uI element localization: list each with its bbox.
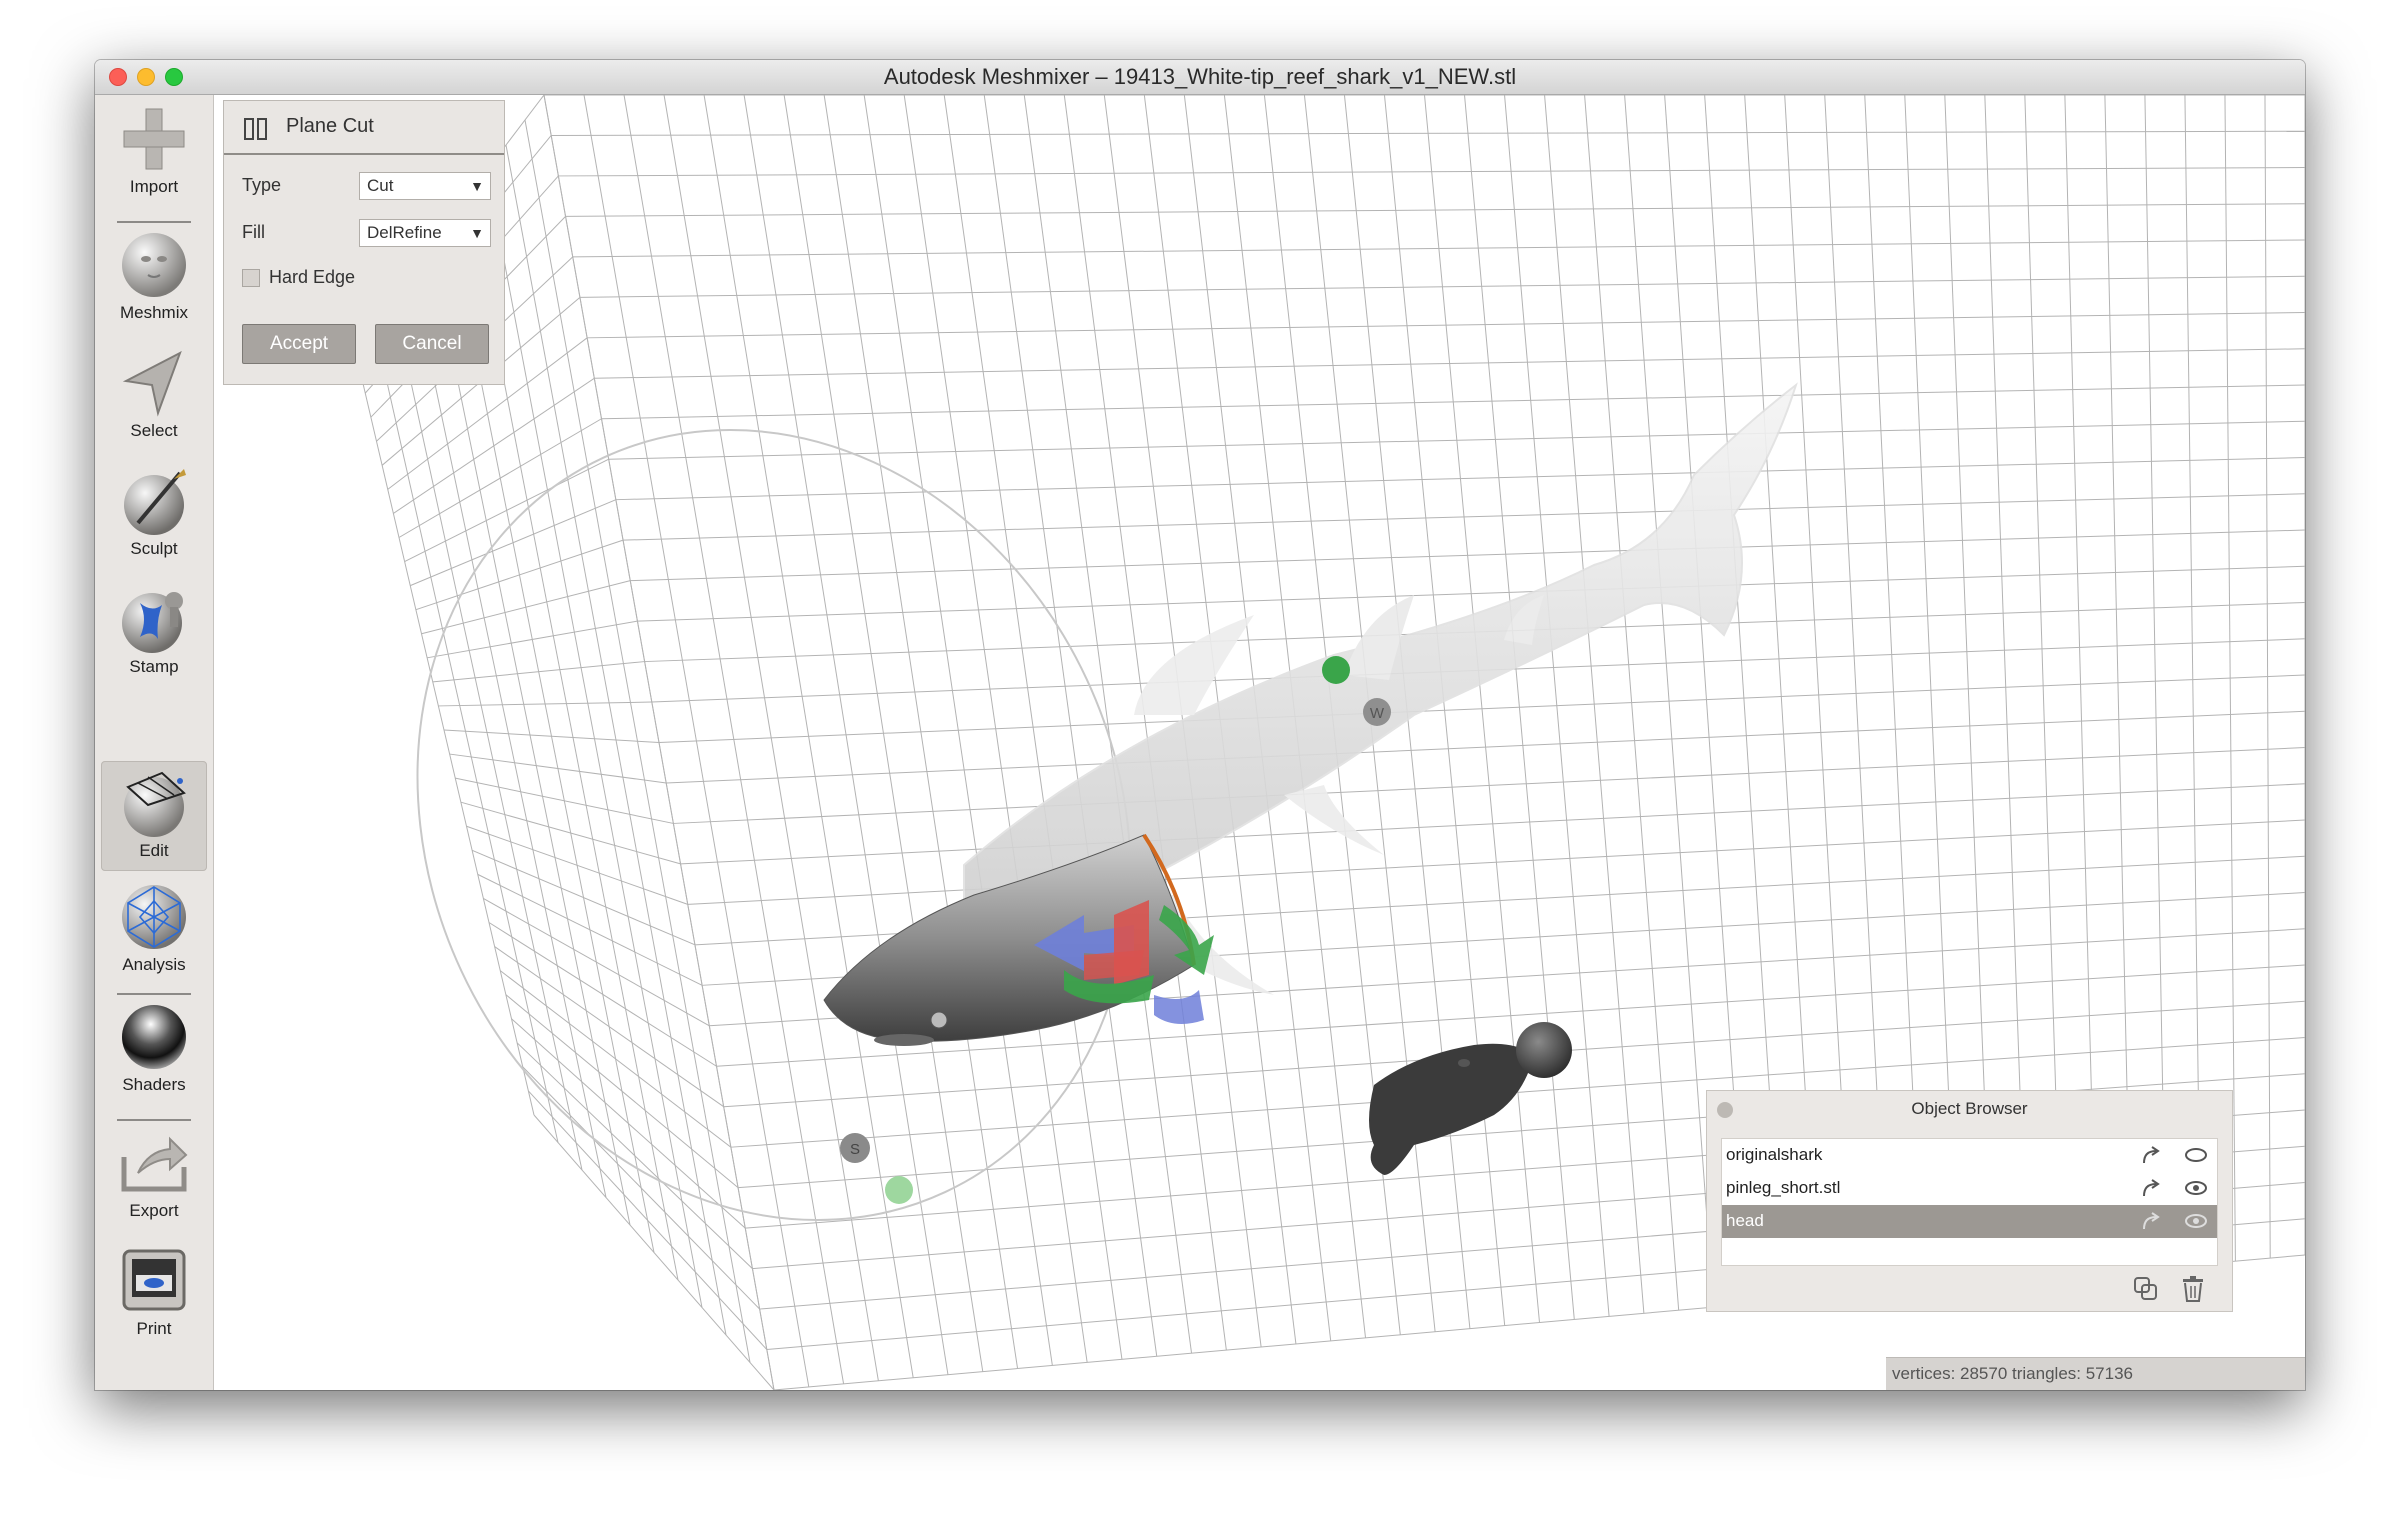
- gizmo-handle-green[interactable]: [1322, 656, 1350, 684]
- svg-text:W: W: [1370, 705, 1385, 722]
- title-bar: Autodesk Meshmixer – 19413_White-tip_ree…: [95, 60, 2305, 95]
- face-sphere-icon: [122, 233, 186, 297]
- gizmo-handle-light-green[interactable]: [885, 1176, 913, 1204]
- printer-icon: [122, 1249, 186, 1311]
- object-list: originalshark pinleg_short.stl head: [1721, 1138, 2218, 1266]
- fill-select[interactable]: DelRefine ▼: [359, 219, 491, 247]
- dropdown-arrow-icon: ▼: [470, 178, 484, 194]
- object-name: head: [1726, 1211, 1764, 1230]
- eye-icon[interactable]: [2184, 1213, 2208, 1229]
- tool-meshmix[interactable]: Meshmix: [101, 229, 207, 323]
- pinleg-object[interactable]: [1369, 1022, 1572, 1175]
- dropdown-arrow-icon: ▼: [470, 225, 484, 241]
- mesh-sphere-icon: [122, 885, 186, 949]
- edit-sphere-icon: [124, 771, 186, 837]
- object-name: pinleg_short.stl: [1726, 1178, 1841, 1197]
- tool-select[interactable]: Select: [101, 347, 207, 441]
- trash-icon[interactable]: [2181, 1276, 2205, 1302]
- object-browser-panel: Object Browser originalshark pinleg_shor…: [1706, 1090, 2233, 1312]
- gizmo-handle-s[interactable]: S: [840, 1133, 870, 1163]
- object-row-selected[interactable]: head: [1722, 1205, 2217, 1238]
- type-select-value: Cut: [367, 176, 394, 195]
- tool-shaders[interactable]: Shaders: [101, 1001, 207, 1095]
- hard-edge-checkbox[interactable]: [242, 269, 260, 287]
- brush-sphere-icon: [124, 469, 186, 535]
- plane-cut-panel: Plane Cut Type Cut ▼ Fill DelRefine ▼ Ha…: [223, 100, 505, 385]
- object-row[interactable]: originalshark: [1722, 1139, 2217, 1172]
- tool-export[interactable]: Export: [101, 1127, 207, 1221]
- tool-edit-label: Edit: [139, 841, 169, 860]
- tool-analysis[interactable]: Analysis: [101, 881, 207, 975]
- panel-title: Plane Cut: [286, 115, 374, 137]
- collapse-panel-icon[interactable]: [244, 118, 268, 140]
- status-bar: vertices: 28570 triangles: 57136: [1886, 1357, 2305, 1390]
- tool-import-label: Import: [129, 177, 179, 196]
- tool-sculpt[interactable]: Sculpt: [101, 465, 207, 559]
- object-row[interactable]: pinleg_short.stl: [1722, 1172, 2217, 1205]
- toolbar-divider: [117, 993, 191, 995]
- accept-button[interactable]: Accept: [242, 324, 356, 364]
- tool-shaders-label: Shaders: [122, 1075, 186, 1094]
- svg-text:S: S: [850, 1141, 860, 1158]
- hard-edge-label: Hard Edge: [269, 267, 356, 287]
- tool-analysis-label: Analysis: [122, 955, 186, 974]
- export-tray-icon: [121, 1136, 188, 1192]
- tool-print[interactable]: Print: [101, 1245, 207, 1339]
- app-window: Autodesk Meshmixer – 19413_White-tip_ree…: [95, 60, 2305, 1390]
- pivot-icon[interactable]: [2140, 1178, 2162, 1200]
- tool-print-label: Print: [136, 1319, 172, 1338]
- gizmo-handle-w[interactable]: W: [1363, 698, 1391, 726]
- stamp-sphere-icon: [122, 592, 183, 653]
- type-select[interactable]: Cut ▼: [359, 172, 491, 200]
- tool-meshmix-label: Meshmix: [119, 303, 188, 322]
- window-title: Autodesk Meshmixer – 19413_White-tip_ree…: [883, 64, 1517, 89]
- cancel-button[interactable]: Cancel: [375, 324, 489, 364]
- toolbar-divider: [117, 1119, 191, 1121]
- pivot-icon[interactable]: [2140, 1211, 2162, 1233]
- fill-label: Fill: [242, 222, 265, 242]
- plus-icon: [123, 108, 185, 170]
- tool-edit[interactable]: Edit: [101, 761, 207, 871]
- tool-sculpt-label: Sculpt: [130, 539, 178, 558]
- tool-stamp[interactable]: Stamp: [101, 583, 207, 677]
- type-label: Type: [242, 175, 282, 195]
- tool-export-label: Export: [129, 1201, 179, 1220]
- panel-header: Plane Cut: [224, 101, 504, 155]
- main-toolbar: Import Meshmix Select Sculpt Stamp Edit …: [95, 95, 214, 1390]
- cursor-arrow-icon: [122, 350, 182, 417]
- object-name: originalshark: [1726, 1145, 1823, 1164]
- toolbar-divider: [117, 221, 191, 223]
- fill-select-value: DelRefine: [367, 223, 442, 242]
- tool-select-label: Select: [130, 421, 178, 440]
- chrome-sphere-icon: [122, 1005, 186, 1069]
- object-browser-title: Object Browser: [1911, 1099, 2028, 1118]
- tool-import[interactable]: Import: [101, 103, 207, 197]
- visibility-closed-icon[interactable]: [2184, 1147, 2208, 1163]
- duplicate-icon[interactable]: [2133, 1276, 2159, 1302]
- tool-stamp-label: Stamp: [129, 657, 179, 676]
- eye-icon[interactable]: [2184, 1180, 2208, 1196]
- pivot-icon[interactable]: [2140, 1145, 2162, 1167]
